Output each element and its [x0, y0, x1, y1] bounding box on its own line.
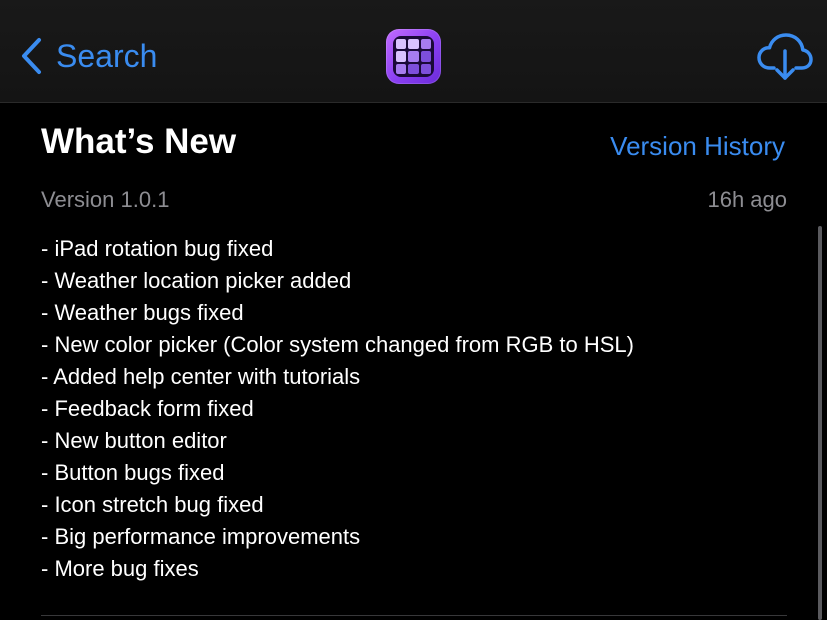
- release-note-item: - Icon stretch bug fixed: [41, 492, 264, 517]
- release-note-item: - Added help center with tutorials: [41, 364, 361, 389]
- version-label: Version 1.0.1: [41, 187, 170, 212]
- release-note-item: - More bug fixes: [41, 556, 199, 581]
- release-note-item: - Big performance improvements: [41, 524, 361, 549]
- download-button[interactable]: [757, 32, 813, 82]
- release-note-item: - New button editor: [41, 428, 227, 453]
- release-note-item: - iPad rotation bug fixed: [41, 236, 274, 261]
- chevron-left-icon: [22, 38, 41, 74]
- section-title: What’s New: [41, 122, 237, 161]
- release-notes-list: - iPad rotation bug fixed - Weather loca…: [41, 233, 634, 585]
- release-time-label: 16h ago: [707, 187, 787, 212]
- version-history-link[interactable]: Version History: [610, 131, 785, 162]
- release-note-item: - Feedback form fixed: [41, 396, 254, 421]
- release-note-item: - Weather location picker added: [41, 268, 352, 293]
- widget-grid-icon: [386, 29, 441, 84]
- back-button-label: Search: [56, 37, 158, 74]
- cloud-download-icon: [757, 33, 813, 80]
- release-note-item: - New color picker (Color system changed…: [41, 332, 634, 357]
- back-button[interactable]: Search: [20, 34, 157, 78]
- scrollbar[interactable]: [818, 226, 822, 620]
- section-divider: [41, 615, 787, 616]
- release-note-item: - Button bugs fixed: [41, 460, 225, 485]
- navigation-bar: Search: [0, 0, 827, 103]
- release-note-item: - Weather bugs fixed: [41, 300, 244, 325]
